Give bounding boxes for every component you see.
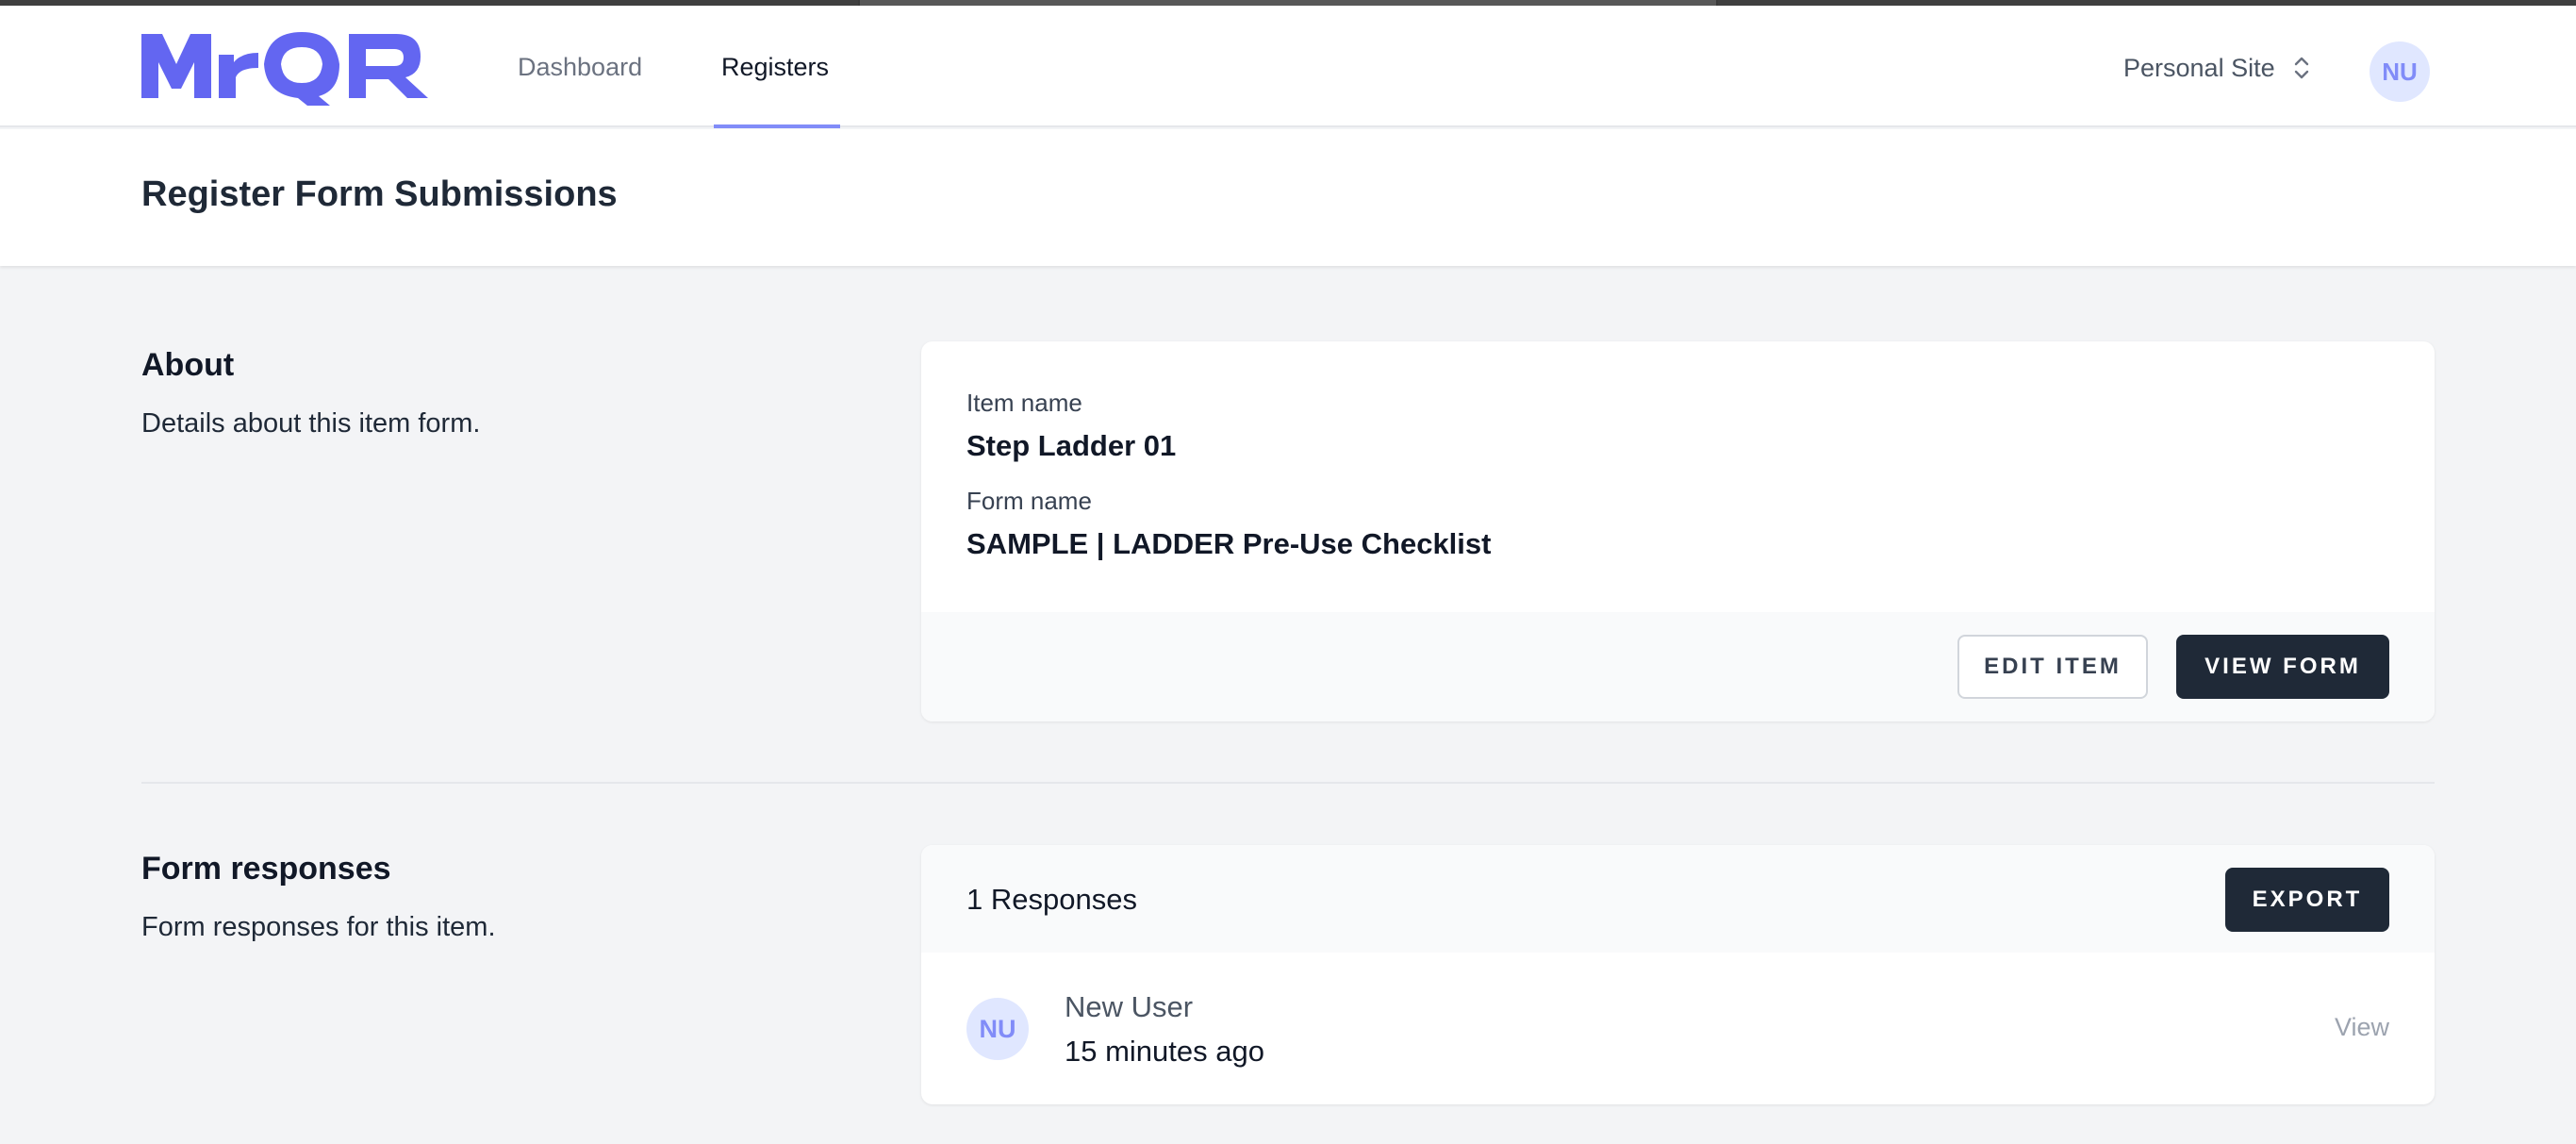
page-header: Register Form Submissions	[0, 129, 2576, 266]
view-response-link[interactable]: View	[2335, 1013, 2389, 1042]
view-form-button[interactable]: VIEW FORM	[2176, 635, 2389, 699]
nav-dashboard[interactable]: Dashboard	[518, 53, 642, 82]
site-switcher[interactable]: Personal Site	[2123, 47, 2311, 89]
about-section-title: About	[141, 347, 235, 383]
response-timestamp: 15 minutes ago	[1065, 1035, 1264, 1068]
form-name-value: SAMPLE | LADDER Pre-Use Checklist	[966, 527, 1492, 560]
page-title: Register Form Submissions	[141, 174, 618, 214]
item-name-value: Step Ladder 01	[966, 429, 1177, 462]
site-switcher-label: Personal Site	[2123, 53, 2275, 82]
nav-registers[interactable]: Registers	[721, 53, 829, 82]
edit-item-button[interactable]: EDIT ITEM	[1957, 635, 2148, 699]
form-name-label: Form name	[966, 487, 1092, 515]
responses-section-description: Form responses for this item.	[141, 912, 496, 942]
responses-header: 1 Responses EXPORT	[921, 845, 2435, 953]
export-button[interactable]: EXPORT	[2225, 868, 2389, 932]
responses-count: 1 Responses	[966, 883, 1137, 916]
chevron-up-down-icon	[2294, 57, 2308, 79]
active-tab-indicator	[714, 124, 840, 128]
about-section-description: Details about this item form.	[141, 408, 481, 439]
item-name-label: Item name	[966, 389, 1082, 417]
response-user-name: New User	[1065, 990, 1194, 1023]
avatar: NU	[966, 998, 1029, 1060]
item-details-actions: EDIT ITEM VIEW FORM	[921, 612, 2435, 721]
responses-card: 1 Responses EXPORT NU New User 15 minute…	[921, 845, 2435, 1104]
responses-section-title: Form responses	[141, 851, 391, 887]
item-details-card: Item name Step Ladder 01 Form name SAMPL…	[921, 341, 2435, 721]
mrqr-logo[interactable]	[141, 32, 436, 108]
user-avatar[interactable]: NU	[2370, 41, 2430, 102]
section-divider	[141, 782, 2435, 784]
top-navbar: Dashboard Registers Personal Site NU	[0, 6, 2576, 128]
